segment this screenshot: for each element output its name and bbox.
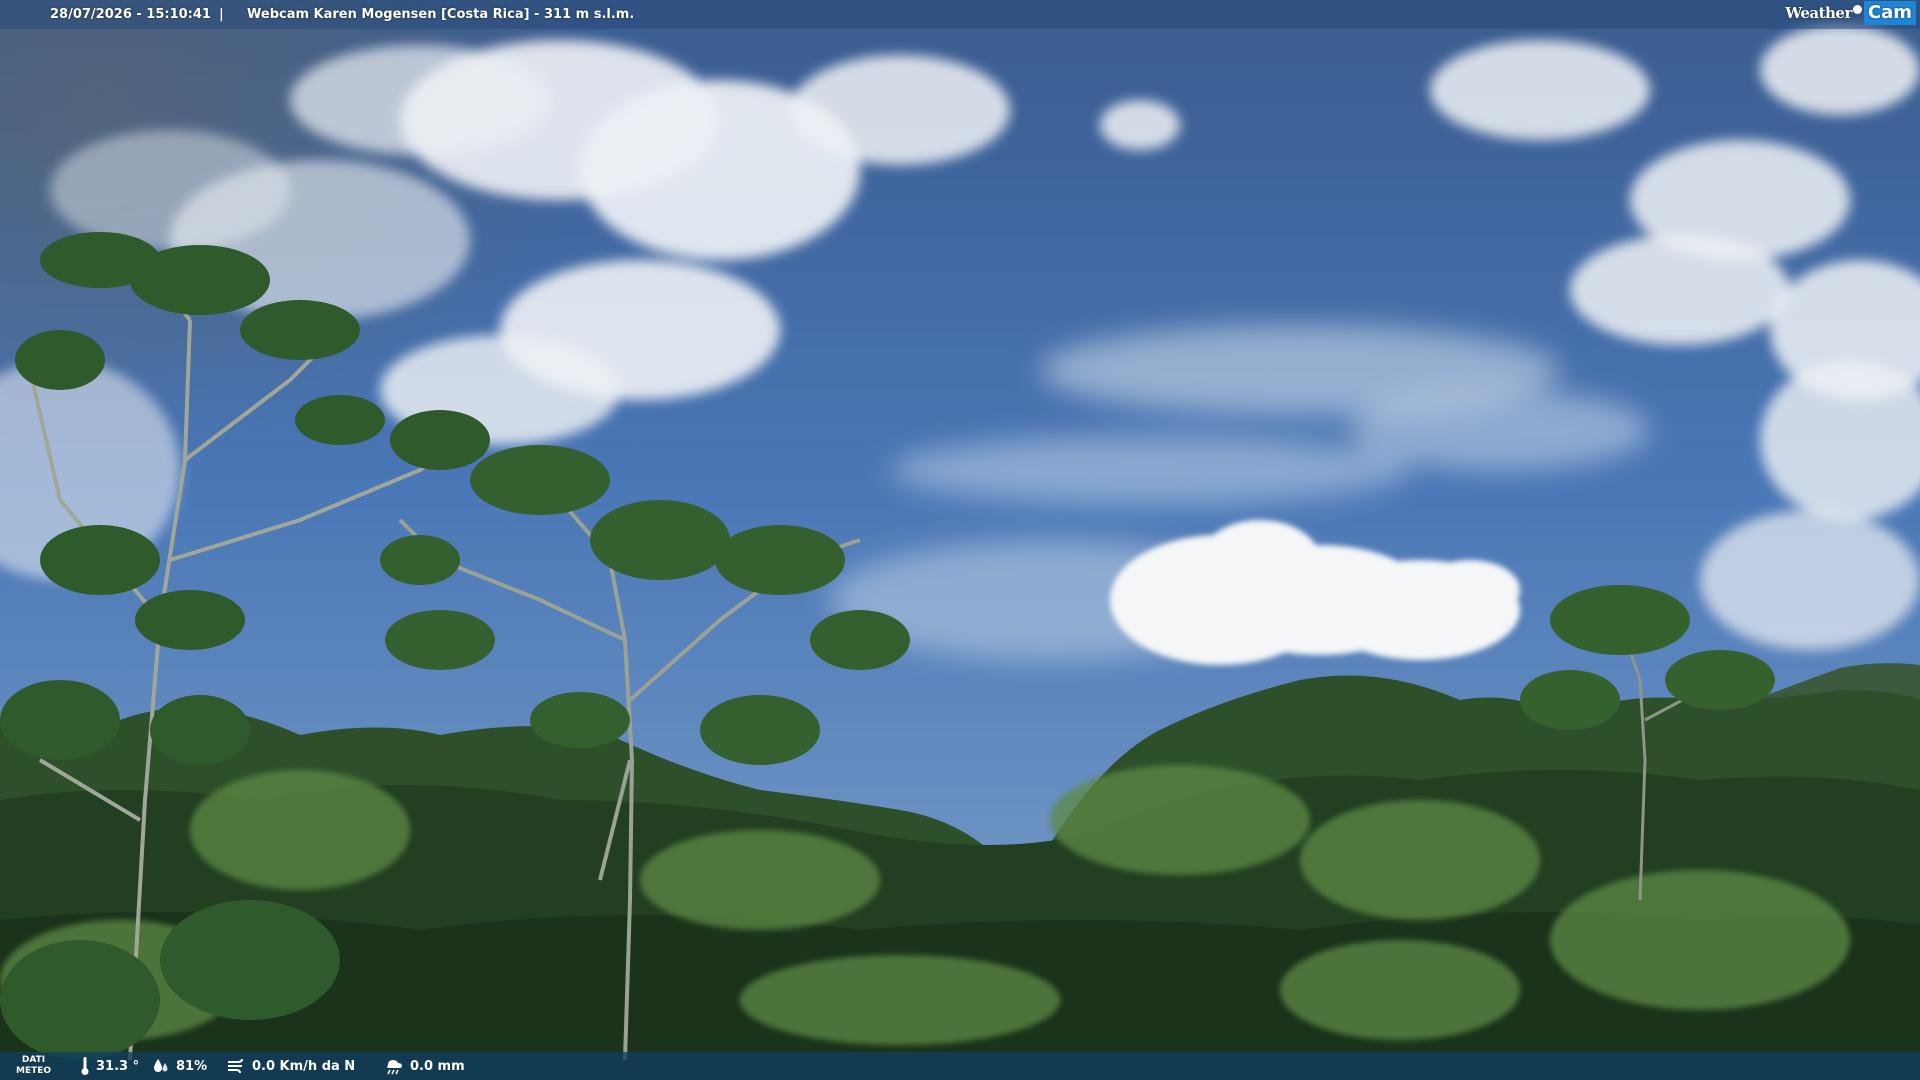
wind-icon	[228, 1058, 243, 1074]
title-separator: |	[219, 7, 224, 22]
weather-data-label: DATI METEO	[16, 1055, 51, 1077]
weather-data-bar: DATI METEO 31.3 ° 81% 0.0 Km/h da N 0.0 …	[0, 1052, 1920, 1080]
wind-value: 0.0 Km/h da N	[252, 1058, 356, 1074]
wind-readout: 0.0 Km/h da N	[226, 1052, 355, 1080]
timestamp: 28/07/2026 - 15:10:41	[50, 7, 211, 22]
webcam-frame: 28/07/2026 - 15:10:41 | Webcam Karen Mog…	[0, 0, 1920, 1080]
weather-label-line1: DATI	[21, 1055, 46, 1065]
weather-label-line2: METEO	[16, 1066, 52, 1076]
temperature-value: 31.3 °	[96, 1058, 140, 1074]
camera-title: Webcam Karen Mogensen [Costa Rica] - 311…	[247, 7, 635, 22]
rain-readout: 0.0 mm	[384, 1052, 465, 1080]
humidity-readout: 81%	[152, 1052, 207, 1080]
humidity-drop-icon	[154, 1059, 168, 1072]
rain-value: 0.0 mm	[410, 1058, 465, 1074]
weathercam-logo: Weather Cam	[1785, 0, 1920, 26]
humidity-value: 81%	[176, 1058, 208, 1074]
top-info-bar: 28/07/2026 - 15:10:41 | Webcam Karen Mog…	[0, 0, 1920, 29]
logo-dot	[1852, 4, 1862, 14]
temperature-readout: 31.3 °	[80, 1052, 139, 1080]
rain-icon	[387, 1060, 402, 1075]
thermometer-icon	[81, 1057, 89, 1075]
logo-weather-text: Weather	[1785, 3, 1852, 22]
logo-cam-text: Cam	[1863, 1, 1916, 25]
webcam-scene	[0, 0, 1920, 1080]
